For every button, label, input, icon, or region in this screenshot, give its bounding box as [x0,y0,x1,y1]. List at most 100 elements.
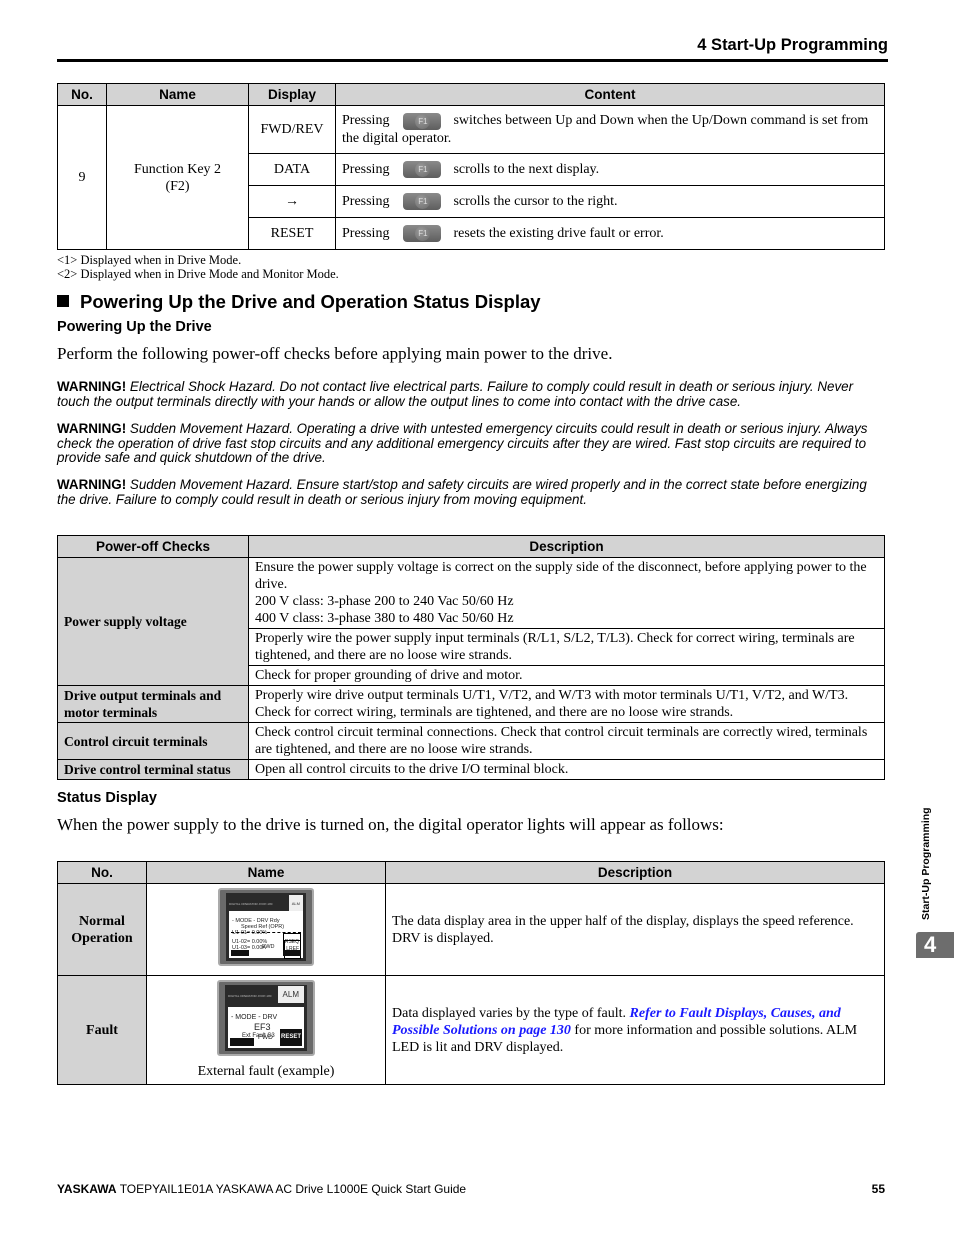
warning-text: Sudden Movement Hazard. Ensure start/sto… [57,477,867,507]
status-description-normal: The data display area in the upper half … [385,883,885,976]
table-header-row: No. Name Display Content [57,83,885,106]
operator-image-cell: DIGITAL OPERATOR JVOP-180 ALM - MODE - D… [146,883,386,976]
f1-key-icon: F1 [403,193,442,211]
f1-key-label: F1 [415,113,431,129]
col-header-description: Description [385,861,885,884]
col-header-no: No. [57,861,147,884]
warning-text: Sudden Movement Hazard. Operating a driv… [57,421,868,465]
warning-label: WARNING! [57,477,127,492]
operator-image-cell: DIGITAL OPERATOR JVOP-180 ALM - MODE - D… [146,975,386,1085]
f1-key-icon: F1 [403,161,442,179]
warning-start-stop: WARNING! Sudden Movement Hazard. Ensure … [57,477,889,507]
lcd-fwd: FWD [258,1034,273,1041]
f1-key-label: F1 [415,226,431,242]
col-header-no: No. [57,83,107,106]
content-cell: Pressing F1 scrolls to the next display. [335,153,885,186]
table-row: Fault DIGITAL OPERATOR JVOP-180 ALM - MO… [57,975,885,1085]
check-description: Check control circuit terminal connectio… [248,722,885,760]
warning-label: WARNING! [57,379,127,394]
key-name-line2: (F2) [165,178,190,194]
display-value: DATA [248,153,336,186]
display-value: → [248,185,336,218]
check-description: Open all control circuits to the drive I… [248,759,885,780]
lcd-softkey-left [230,1038,254,1046]
page-number: 55 [871,1182,885,1196]
content-pre: Pressing [342,161,390,177]
status-label-normal: Normal Operation [57,883,147,976]
header-rule [57,59,888,62]
power-off-checks-table: Power-off Checks Description Power suppl… [57,535,885,780]
content-post: scrolls to the next display. [453,161,600,177]
col-header-content: Content [335,83,885,106]
col-header-name: Name [106,83,249,106]
image-caption: External fault (example) [197,1064,335,1079]
check-description: Ensure the power supply voltage is corre… [248,557,885,629]
function-key-table: No. Name Display Content 9 Function Key … [57,83,885,250]
desc-line: 400 V class: 3-phase 380 to 480 Vac 50/6… [255,611,514,626]
lcd-screen: - MODE - DRV Rdy Speed Ref (OPR) U1-01= … [229,911,303,959]
f1-key-icon: F1 [403,112,442,130]
col-header-description: Description [248,535,885,558]
section-title-text: Powering Up the Drive and Operation Stat… [80,291,541,312]
lcd-screen: - MODE - DRV EF3 Ext Fault S3 FWD RESET [228,1007,304,1048]
footer-doc-title: TOEPYAIL1E01A YASKAWA AC Drive L1000E Qu… [116,1182,467,1196]
content-cell: Pressing F1 switches between Up and Down w… [335,105,885,154]
content-post-cont: the digital operator. [342,130,452,146]
lcd-reset-softkey: RESET [279,1029,302,1046]
footnote-1: <1> Displayed when in Drive Mode. [57,253,242,267]
alm-led: ALM [277,986,304,1003]
status-intro-text: When the power supply to the drive is tu… [57,815,724,834]
content-pre: Pressing [342,193,390,209]
chapter-tab[interactable]: 4 [916,932,954,958]
desc-line: Ensure the power supply voltage is corre… [255,560,867,592]
status-label-fault: Fault [57,975,147,1085]
table-row: Control circuit terminals Check control … [57,722,885,760]
check-label: Drive control terminal status [57,759,249,780]
table-row: Drive output terminals and motor termina… [57,685,885,723]
operator-bezel: DIGITAL OPERATOR JVOP-180 ALM - MODE - D… [225,985,307,1051]
alm-led: ALM [288,895,303,912]
digital-operator-fault-image: DIGITAL OPERATOR JVOP-180 ALM - MODE - D… [217,980,315,1056]
digital-operator-normal-image: DIGITAL OPERATOR JVOP-180 ALM - MODE - D… [218,888,314,966]
lcd-softkey-right [283,950,301,956]
table-header-row: No. Name Description [57,861,885,884]
section-title: Powering Up the Drive and Operation Stat… [57,291,541,313]
content-cell: Pressing F1 resets the existing drive faul… [335,217,885,250]
content-post: switches between Up and Down when the Up… [453,113,869,129]
check-label: Power supply voltage [57,557,249,686]
f1-key-icon: F1 [403,225,442,243]
operator-brand: DIGITAL OPERATOR JVOP-180 [228,994,272,998]
desc-line: 200 V class: 3-phase 200 to 240 Vac 50/6… [255,594,514,609]
content-post: scrolls the cursor to the right. [453,193,618,209]
content-cell: Pressing F1 scrolls the cursor to the righ… [335,185,885,218]
col-header-display: Display [248,83,336,106]
square-bullet-icon [57,295,69,307]
content-pre: Pressing [342,113,390,129]
operator-bezel: DIGITAL OPERATOR JVOP-180 ALM - MODE - D… [226,893,306,961]
table-row: 9 Function Key 2 (F2) FWD/REV Pressing F1… [57,105,885,250]
warning-label: WARNING! [57,421,127,436]
intro-text: Perform the following power-off checks b… [57,344,613,363]
table-row: Power supply voltage Ensure the power su… [57,557,885,686]
display-value: RESET [248,217,336,250]
row-number: 9 [57,105,107,250]
content-pre: Pressing [342,225,390,241]
col-header-checks: Power-off Checks [57,535,249,558]
lcd-fwd: FWD [262,944,275,950]
warning-emergency-circuits: WARNING! Sudden Movement Hazard. Operati… [57,421,889,466]
table-row: Normal Operation DIGITAL OPERATOR JVOP-1… [57,883,885,976]
subheading-status-display: Status Display [57,790,157,806]
page-footer: YASKAWA TOEPYAIL1E01A YASKAWA AC Drive L… [57,1182,885,1196]
lcd-softkey-left [231,950,249,956]
footnote-2: <2> Displayed when in Drive Mode and Mon… [57,267,339,281]
check-description: Properly wire the power supply input ter… [248,628,885,666]
table-row: Drive control terminal status Open all c… [57,759,885,780]
status-display-table: No. Name Description Normal Operation DI… [57,861,885,1085]
content-post: resets the existing drive fault or error… [453,225,664,241]
check-label: Drive output terminals and motor termina… [57,685,249,723]
display-value: FWD/REV [248,105,336,154]
status-description-fault: Data displayed varies by the type of fau… [385,975,885,1085]
warning-text: Electrical Shock Hazard. Do not contact … [57,379,854,409]
table-header-row: Power-off Checks Description [57,535,885,558]
desc-text: Data displayed varies by the type of fau… [392,1005,630,1021]
